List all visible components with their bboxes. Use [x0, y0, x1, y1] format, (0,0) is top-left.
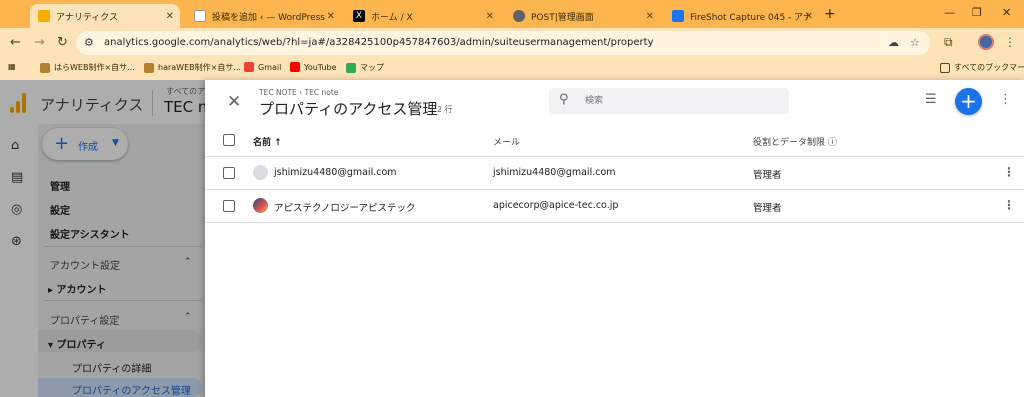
- bookmarks-bar: ▦ はらWEB制作×自サ... haraWEB制作×自サ... Gmail Yo…: [0, 58, 1024, 80]
- tab-post-admin[interactable]: POST|管理画面 ✕: [505, 4, 660, 28]
- analytics-favicon-icon: [38, 10, 50, 22]
- user-avatar: [253, 198, 268, 213]
- breadcrumb: TEC NOTE › TEC note: [259, 88, 339, 97]
- table-header: 名前 ↑ メール 役割とデータ制限 ⓘ: [205, 124, 1024, 157]
- maps-icon: [346, 62, 356, 73]
- bookmark-item[interactable]: haraWEB制作×自サ...: [144, 62, 241, 73]
- x-favicon-icon: X: [353, 10, 365, 22]
- tab-label: 投稿を追加 ‹ — WordPress: [212, 12, 326, 23]
- extensions-icon[interactable]: ⧉: [944, 35, 953, 50]
- column-header-email[interactable]: メール: [493, 135, 520, 148]
- youtube-icon: [290, 62, 300, 72]
- close-tab-icon[interactable]: ✕: [805, 11, 813, 22]
- search-icon: ⚲: [559, 92, 569, 107]
- browser-toolbar: ← → ↻ ⚙ analytics.google.com/analytics/w…: [0, 28, 1024, 58]
- help-icon[interactable]: ⓘ: [828, 138, 837, 148]
- search-input[interactable]: [585, 93, 775, 109]
- row-more-icon[interactable]: ⋮: [1003, 165, 1015, 179]
- bookmark-item[interactable]: はらWEB制作×自サ...: [40, 62, 135, 73]
- user-name: アピステクノロジーアピステック: [274, 203, 416, 214]
- minimize-button[interactable]: —: [944, 6, 955, 19]
- restore-button[interactable]: ❐: [972, 6, 982, 19]
- bookmark-favicon-icon: [144, 62, 154, 73]
- close-tab-icon[interactable]: ✕: [646, 11, 654, 22]
- page-title: プロパティのアクセス管理: [259, 100, 438, 118]
- modal-scrim[interactable]: [0, 80, 205, 397]
- user-email: jshimizu4480@gmail.com: [493, 167, 616, 178]
- cloud-icon[interactable]: ☁: [888, 36, 899, 49]
- tab-label: アナリティクス: [56, 12, 119, 23]
- user-email: apicecorp@apice-tec.co.jp: [493, 200, 619, 211]
- user-avatar: [253, 165, 268, 180]
- tab-x[interactable]: X ホーム / X ✕: [345, 4, 500, 28]
- fireshot-favicon-icon: [672, 10, 684, 22]
- close-icon[interactable]: ✕: [227, 92, 241, 112]
- search-box[interactable]: ⚲: [549, 88, 789, 114]
- globe-favicon-icon: [513, 10, 525, 22]
- browser-menu-icon[interactable]: ⋮: [1004, 35, 1016, 49]
- access-management-panel: ✕ TEC NOTE › TEC note プロパティのアクセス管理 2 行 ⚲…: [205, 80, 1024, 397]
- close-window-button[interactable]: ✕: [1002, 6, 1011, 19]
- forward-arrow-icon[interactable]: →: [34, 35, 45, 50]
- tab-label: FireShot Capture 045 - アナリティ: [690, 12, 810, 23]
- folder-icon: [940, 62, 950, 73]
- select-all-checkbox[interactable]: [223, 134, 235, 146]
- tab-label: ホーム / X: [371, 12, 413, 23]
- filter-icon[interactable]: ☰: [925, 92, 937, 107]
- column-header-name[interactable]: 名前 ↑: [253, 135, 282, 148]
- bookmark-favicon-icon: [40, 62, 50, 73]
- tab-wordpress[interactable]: 投稿を追加 ‹ — WordPress ✕: [186, 4, 341, 28]
- close-tab-icon[interactable]: ✕: [166, 11, 174, 22]
- tab-analytics[interactable]: アナリティクス ✕: [30, 4, 180, 28]
- reload-icon[interactable]: ↻: [57, 35, 68, 50]
- bookmark-star-icon[interactable]: ☆: [910, 36, 920, 49]
- bookmark-item[interactable]: マップ: [346, 62, 384, 73]
- new-tab-button[interactable]: +: [824, 6, 836, 22]
- wordpress-favicon-icon: [194, 10, 206, 22]
- profile-avatar[interactable]: [978, 34, 994, 50]
- all-bookmarks[interactable]: すべてのブックマーク: [940, 62, 1024, 73]
- table-row[interactable]: jshimizu4480@gmail.com jshimizu4480@gmai…: [205, 157, 1024, 190]
- column-header-role: 役割とデータ制限 ⓘ: [753, 138, 837, 148]
- url-text: analytics.google.com/analytics/web/?hl=j…: [104, 37, 654, 48]
- close-tab-icon[interactable]: ✕: [327, 11, 335, 22]
- row-checkbox[interactable]: [223, 200, 235, 212]
- bookmark-item[interactable]: Gmail: [244, 62, 281, 72]
- table-row[interactable]: アピステクノロジーアピステック apicecorp@apice-tec.co.j…: [205, 190, 1024, 223]
- address-bar[interactable]: ⚙ analytics.google.com/analytics/web/?hl…: [76, 31, 930, 55]
- tab-label: POST|管理画面: [531, 12, 594, 23]
- browser-tab-bar: アナリティクス ✕ 投稿を追加 ‹ — WordPress ✕ X ホーム / …: [0, 0, 1024, 28]
- close-tab-icon[interactable]: ✕: [486, 11, 494, 22]
- user-name: jshimizu4480@gmail.com: [274, 167, 397, 178]
- back-arrow-icon[interactable]: ←: [10, 35, 21, 50]
- add-user-button[interactable]: +: [955, 88, 982, 115]
- apps-grid-icon[interactable]: ▦: [8, 62, 16, 71]
- row-count: 2 行: [437, 105, 453, 114]
- bookmark-item[interactable]: YouTube: [290, 62, 337, 72]
- row-more-icon[interactable]: ⋮: [1003, 198, 1015, 212]
- user-role: 管理者: [753, 203, 782, 214]
- tab-fireshot[interactable]: FireShot Capture 045 - アナリティ ✕: [664, 4, 819, 28]
- user-role: 管理者: [753, 170, 782, 181]
- row-checkbox[interactable]: [223, 167, 235, 179]
- more-vert-icon[interactable]: ⋮: [999, 92, 1012, 107]
- google-icon: [244, 62, 254, 72]
- site-info-icon[interactable]: ⚙: [84, 36, 94, 49]
